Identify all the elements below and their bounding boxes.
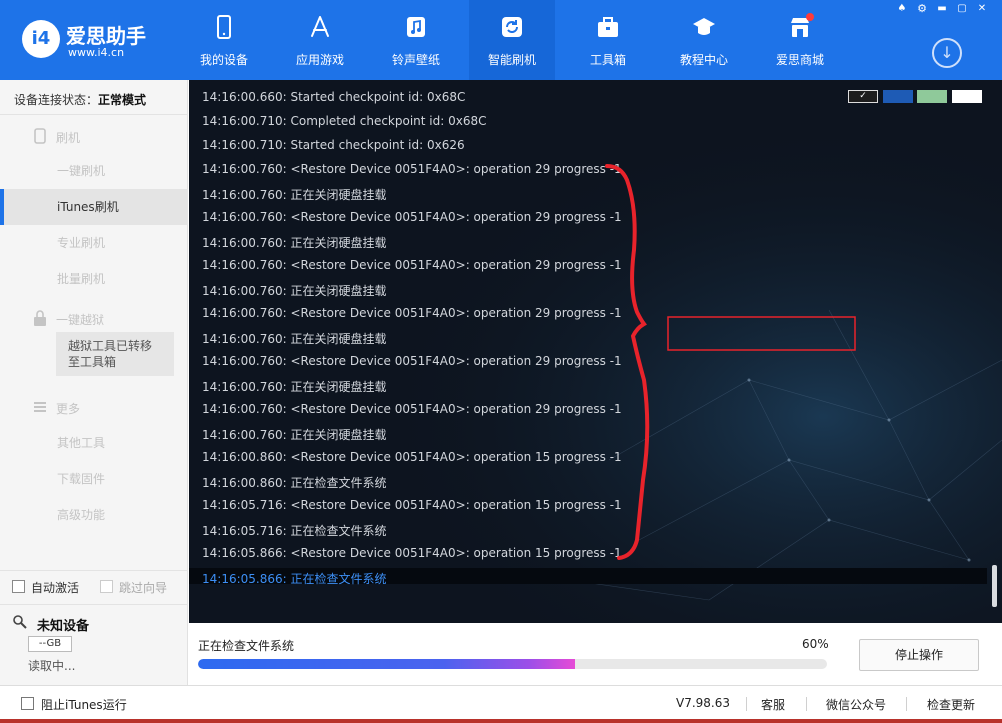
nav-label: 爱思商城 (775, 53, 824, 67)
device-unknown-icon (13, 615, 27, 629)
block-itunes-checkbox[interactable] (21, 697, 34, 710)
settings-icon[interactable]: ⚙ (913, 2, 931, 16)
maximize-icon[interactable]: ▢ (953, 2, 971, 16)
status-footer: 阻止iTunes运行 V7.98.63 客服 微信公众号 检查更新 (0, 685, 1002, 723)
skin-icon[interactable]: ♠ (893, 2, 911, 16)
nav-my-device[interactable]: 我的设备 (181, 0, 267, 80)
device-name: 未知设备 (37, 619, 90, 634)
auto-activate-checkbox[interactable] (12, 580, 25, 593)
phone-icon (34, 128, 46, 144)
notification-dot (806, 13, 814, 21)
nav-smart-flash[interactable]: 智能刷机 (469, 0, 555, 80)
group-label: 刷机 (56, 131, 81, 145)
sidebar-item-advanced[interactable]: 高级功能 (0, 497, 188, 533)
nav-label: 应用游戏 (295, 53, 344, 67)
sidebar-item-one-click-flash[interactable]: 一键刷机 (0, 153, 188, 189)
progress-area: 正在检查文件系统 60% 停止操作 (189, 623, 1002, 685)
connection-status: 设备连接状态：正常模式 (14, 91, 146, 108)
close-icon[interactable]: ✕ (973, 2, 991, 16)
cropped-background-strip (0, 719, 1002, 723)
app-url: www.i4.cn (68, 46, 125, 59)
music-icon (407, 17, 425, 37)
annotation-overlay (605, 164, 856, 560)
nav-label: 工具箱 (589, 53, 626, 67)
progress-percent: 60% (802, 637, 829, 651)
group-label: 一键越狱 (56, 313, 105, 327)
sidebar: 设备连接状态：正常模式 刷机 一键刷机 iTunes刷机 专业刷机 批量刷机 一… (0, 80, 188, 685)
minimize-icon[interactable]: ▬ (933, 2, 951, 16)
phone-icon (217, 15, 231, 39)
block-itunes-label: 阻止iTunes运行 (41, 698, 127, 712)
lock-icon (34, 310, 46, 326)
divider (0, 570, 188, 571)
divider (906, 697, 907, 711)
skip-guide-label: 跳过向导 (119, 581, 168, 595)
nav-label: 智能刷机 (487, 53, 536, 67)
divider (746, 697, 747, 711)
app-name: 爱思助手 (66, 24, 146, 48)
toolbox-icon (598, 17, 618, 37)
check-update-link[interactable]: 检查更新 (927, 696, 975, 713)
log-scrollbar[interactable] (992, 565, 997, 607)
device-reading-status: 读取中... (28, 659, 76, 673)
progress-bar-fill (198, 659, 576, 669)
nav-shop[interactable]: 爱思商城 (757, 0, 843, 80)
app-logo: i4 爱思助手 www.i4.cn (22, 18, 162, 62)
sidebar-item-other-tools[interactable]: 其他工具 (0, 425, 188, 461)
download-icon[interactable]: ↓ (932, 38, 962, 68)
device-capacity: --GB (28, 636, 72, 652)
nav-label: 铃声壁纸 (391, 53, 440, 67)
logo-mark: i4 (22, 20, 60, 58)
wechat-link[interactable]: 微信公众号 (826, 696, 886, 713)
graduation-cap-icon (693, 18, 715, 35)
nav-label: 教程中心 (679, 53, 728, 67)
log-panel[interactable]: ✓ 14:16:00.660: Started checkpoint id: 0… (189, 80, 1002, 623)
customer-service-link[interactable]: 客服 (761, 696, 785, 713)
progress-bar (198, 659, 827, 669)
skip-guide-checkbox[interactable] (100, 580, 113, 593)
list-icon (34, 402, 46, 412)
group-label: 更多 (56, 402, 81, 416)
nav-ringtones-wallpapers[interactable]: 铃声壁纸 (373, 0, 459, 80)
connection-status-value: 正常模式 (98, 93, 147, 107)
top-navigation-bar: i4 爱思助手 www.i4.cn 我的设备 应用游戏 铃声壁纸 智能刷机 工具… (0, 0, 1002, 80)
connection-status-label: 设备连接状态： (14, 93, 99, 107)
nav-apps-games[interactable]: 应用游戏 (277, 0, 363, 80)
annotation-box (667, 316, 856, 351)
sidebar-item-itunes-flash[interactable]: iTunes刷机 (0, 189, 188, 225)
sidebar-item-pro-flash[interactable]: 专业刷机 (0, 225, 188, 261)
auto-activate-label: 自动激活 (31, 581, 80, 595)
progress-status-text: 正在检查文件系统 (198, 639, 295, 653)
sidebar-item-download-firmware[interactable]: 下载固件 (0, 461, 188, 497)
jailbreak-moved-note: 越狱工具已转移至工具箱 (56, 332, 174, 376)
stop-operation-button[interactable]: 停止操作 (859, 639, 979, 671)
nav-label: 我的设备 (199, 53, 248, 67)
nav-tutorials[interactable]: 教程中心 (661, 0, 747, 80)
divider (0, 114, 188, 115)
divider (806, 697, 807, 711)
version-label: V7.98.63 (676, 696, 731, 710)
annotation-brace (605, 164, 650, 560)
divider (0, 604, 188, 605)
app-store-icon (311, 16, 329, 37)
nav-toolbox[interactable]: 工具箱 (565, 0, 651, 80)
refresh-flash-icon (502, 17, 522, 37)
sidebar-item-batch-flash[interactable]: 批量刷机 (0, 261, 188, 297)
